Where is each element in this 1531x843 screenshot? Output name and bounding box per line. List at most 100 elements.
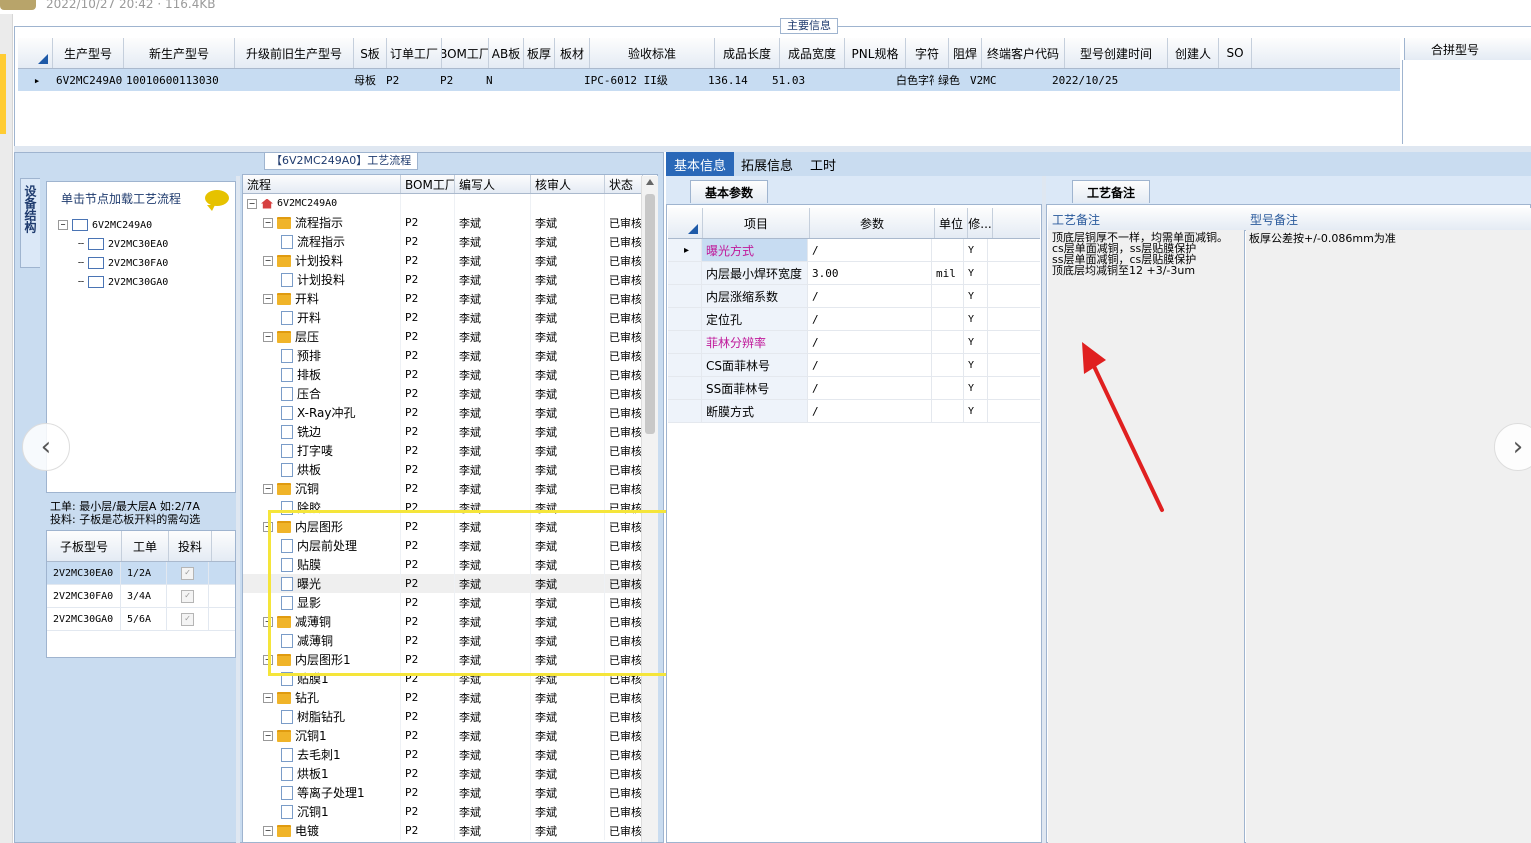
- process-row[interactable]: − 开料 P2 李斌 李斌 已审核: [243, 289, 657, 308]
- feed-checkbox[interactable]: ✓: [181, 612, 194, 626]
- param-value-cell[interactable]: /: [808, 400, 932, 422]
- grid-cell[interactable]: V2MC: [966, 69, 1048, 91]
- process-row[interactable]: − 流程指示 P2 李斌 李斌 已审核: [243, 213, 657, 232]
- param-value-cell[interactable]: /: [808, 308, 932, 330]
- param-modify-cell[interactable]: Y: [964, 262, 988, 284]
- column-header[interactable]: 字符: [906, 38, 949, 68]
- param-modify-cell[interactable]: Y: [964, 331, 988, 353]
- collapse-icon[interactable]: −: [263, 483, 273, 494]
- grid-cell[interactable]: 母板: [350, 69, 382, 91]
- column-header[interactable]: S板: [354, 38, 387, 68]
- feed-checkbox[interactable]: ✓: [181, 566, 194, 580]
- process-row[interactable]: − 6V2MC249A0: [243, 194, 657, 213]
- model-remark-cell[interactable]: [1246, 230, 1531, 843]
- side-tab-equipment[interactable]: 设备结构: [20, 178, 40, 268]
- process-row[interactable]: 预排 P2 李斌 李斌 已审核: [243, 346, 657, 365]
- param-value-cell[interactable]: /: [808, 377, 932, 399]
- grid-cell[interactable]: [832, 69, 892, 91]
- grid-cell[interactable]: IPC-6012 II级: [580, 69, 704, 91]
- param-row[interactable]: ▸ 曝光方式 / Y: [668, 239, 1040, 262]
- param-value-cell[interactable]: /: [808, 239, 932, 261]
- collapse-icon[interactable]: −: [263, 217, 273, 228]
- process-row[interactable]: 流程指示 P2 李斌 李斌 已审核: [243, 232, 657, 251]
- process-row[interactable]: 等离子处理1 P2 李斌 李斌 已审核: [243, 783, 657, 802]
- grid-cell[interactable]: 51.03: [768, 69, 832, 91]
- param-column-header[interactable]: 单位: [935, 208, 968, 238]
- grid-corner[interactable]: [18, 38, 53, 68]
- process-row[interactable]: 压合 P2 李斌 李斌 已审核: [243, 384, 657, 403]
- sub-board-row[interactable]: 2V2MC30FA0 3/4A ✓: [47, 585, 235, 608]
- param-column-header[interactable]: 修...: [968, 208, 993, 238]
- column-header[interactable]: 型号创建时间: [1065, 38, 1168, 68]
- process-row[interactable]: 树脂钻孔 P2 李斌 李斌 已审核: [243, 707, 657, 726]
- grid-cell[interactable]: 白色字符: [892, 69, 934, 91]
- process-row[interactable]: 烘板1 P2 李斌 李斌 已审核: [243, 764, 657, 783]
- tree-node[interactable]: − 6V2MC249A0: [58, 219, 152, 231]
- column-header[interactable]: SO: [1219, 38, 1252, 68]
- param-row[interactable]: 内层涨缩系数 / Y: [668, 285, 1040, 308]
- collapse-icon[interactable]: −: [263, 331, 273, 342]
- process-remark-cell[interactable]: [1048, 230, 1245, 843]
- sub-column-header[interactable]: 工单: [122, 531, 169, 561]
- process-row[interactable]: − 电镀 P2 李斌 李斌 已审核: [243, 821, 657, 840]
- tab-work-hours[interactable]: 工时: [800, 152, 846, 176]
- process-scrollbar[interactable]: [641, 176, 658, 842]
- param-row[interactable]: 菲林分辨率 / Y: [668, 331, 1040, 354]
- param-modify-cell[interactable]: Y: [964, 400, 988, 422]
- column-header[interactable]: 验收标准: [590, 38, 715, 68]
- param-value-cell[interactable]: /: [808, 354, 932, 376]
- grid-cell[interactable]: 2022/10/25: [1048, 69, 1150, 91]
- process-row[interactable]: 铣边 P2 李斌 李斌 已审核: [243, 422, 657, 441]
- column-header[interactable]: 成品长度: [715, 38, 780, 68]
- column-header[interactable]: 创建人: [1168, 38, 1219, 68]
- column-header[interactable]: 生产型号: [53, 38, 124, 68]
- process-row[interactable]: 打字唛 P2 李斌 李斌 已审核: [243, 441, 657, 460]
- process-row[interactable]: − 层压 P2 李斌 李斌 已审核: [243, 327, 657, 346]
- param-value-cell[interactable]: /: [808, 331, 932, 353]
- param-row[interactable]: 定位孔 / Y: [668, 308, 1040, 331]
- process-row[interactable]: − 计划投料 P2 李斌 李斌 已审核: [243, 251, 657, 270]
- column-header[interactable]: PNL规格: [845, 38, 906, 68]
- param-modify-cell[interactable]: Y: [964, 308, 988, 330]
- process-row[interactable]: 烘板 P2 李斌 李斌 已审核: [243, 460, 657, 479]
- tree-node[interactable]: ┄ 2V2MC30EA0: [78, 238, 168, 250]
- grid-cell[interactable]: [546, 69, 580, 91]
- process-row[interactable]: − 钻孔 P2 李斌 李斌 已审核: [243, 688, 657, 707]
- process-row[interactable]: 去毛刺1 P2 李斌 李斌 已审核: [243, 745, 657, 764]
- column-header[interactable]: BOM工厂: [442, 38, 489, 68]
- process-row[interactable]: 沉铜1 P2 李斌 李斌 已审核: [243, 802, 657, 821]
- process-row[interactable]: 计划投料 P2 李斌 李斌 已审核: [243, 270, 657, 289]
- param-column-header[interactable]: 项目: [703, 208, 810, 238]
- column-header[interactable]: 新生产型号: [124, 38, 235, 68]
- process-row[interactable]: 开料 P2 李斌 李斌 已审核: [243, 308, 657, 327]
- sub-board-row[interactable]: 2V2MC30EA0 1/2A ✓: [47, 562, 235, 585]
- grid-cell[interactable]: 10010600113030: [122, 69, 232, 91]
- sub-board-row[interactable]: 2V2MC30GA0 5/6A ✓: [47, 608, 235, 631]
- param-modify-cell[interactable]: Y: [964, 285, 988, 307]
- process-row[interactable]: − 沉铜1 P2 李斌 李斌 已审核: [243, 726, 657, 745]
- grid-cell[interactable]: 6V2MC249A0: [52, 69, 122, 91]
- column-header[interactable]: 终端客户代码: [982, 38, 1065, 68]
- grid-cell[interactable]: [516, 69, 546, 91]
- column-header[interactable]: 订单工厂: [387, 38, 442, 68]
- previous-image-button[interactable]: ‹: [22, 423, 70, 471]
- param-row[interactable]: 内层最小焊环宽度 3.00 mil Y: [668, 262, 1040, 285]
- column-header[interactable]: 阻焊: [949, 38, 982, 68]
- collapse-icon[interactable]: −: [263, 825, 273, 836]
- grid-cell[interactable]: P2: [436, 69, 482, 91]
- tab-extended-info[interactable]: 拓展信息: [736, 152, 798, 176]
- param-row[interactable]: CS面菲林号 / Y: [668, 354, 1040, 377]
- vertical-splitter-left[interactable]: [236, 176, 240, 843]
- process-column-header[interactable]: 流程: [243, 175, 401, 193]
- param-grid-corner[interactable]: [668, 208, 703, 238]
- collapse-icon[interactable]: −: [263, 692, 273, 703]
- grid-cell[interactable]: P2: [382, 69, 436, 91]
- tab-basic-params[interactable]: 基本参数: [690, 180, 768, 203]
- collapse-icon[interactable]: −: [263, 255, 273, 266]
- collapse-icon[interactable]: −: [247, 198, 257, 209]
- param-value-cell[interactable]: /: [808, 285, 932, 307]
- tree-node[interactable]: ┄ 2V2MC30FA0: [78, 257, 168, 269]
- process-column-header[interactable]: 核审人: [531, 175, 605, 193]
- scroll-up-icon[interactable]: [646, 179, 654, 185]
- grid-cell[interactable]: 136.14: [704, 69, 768, 91]
